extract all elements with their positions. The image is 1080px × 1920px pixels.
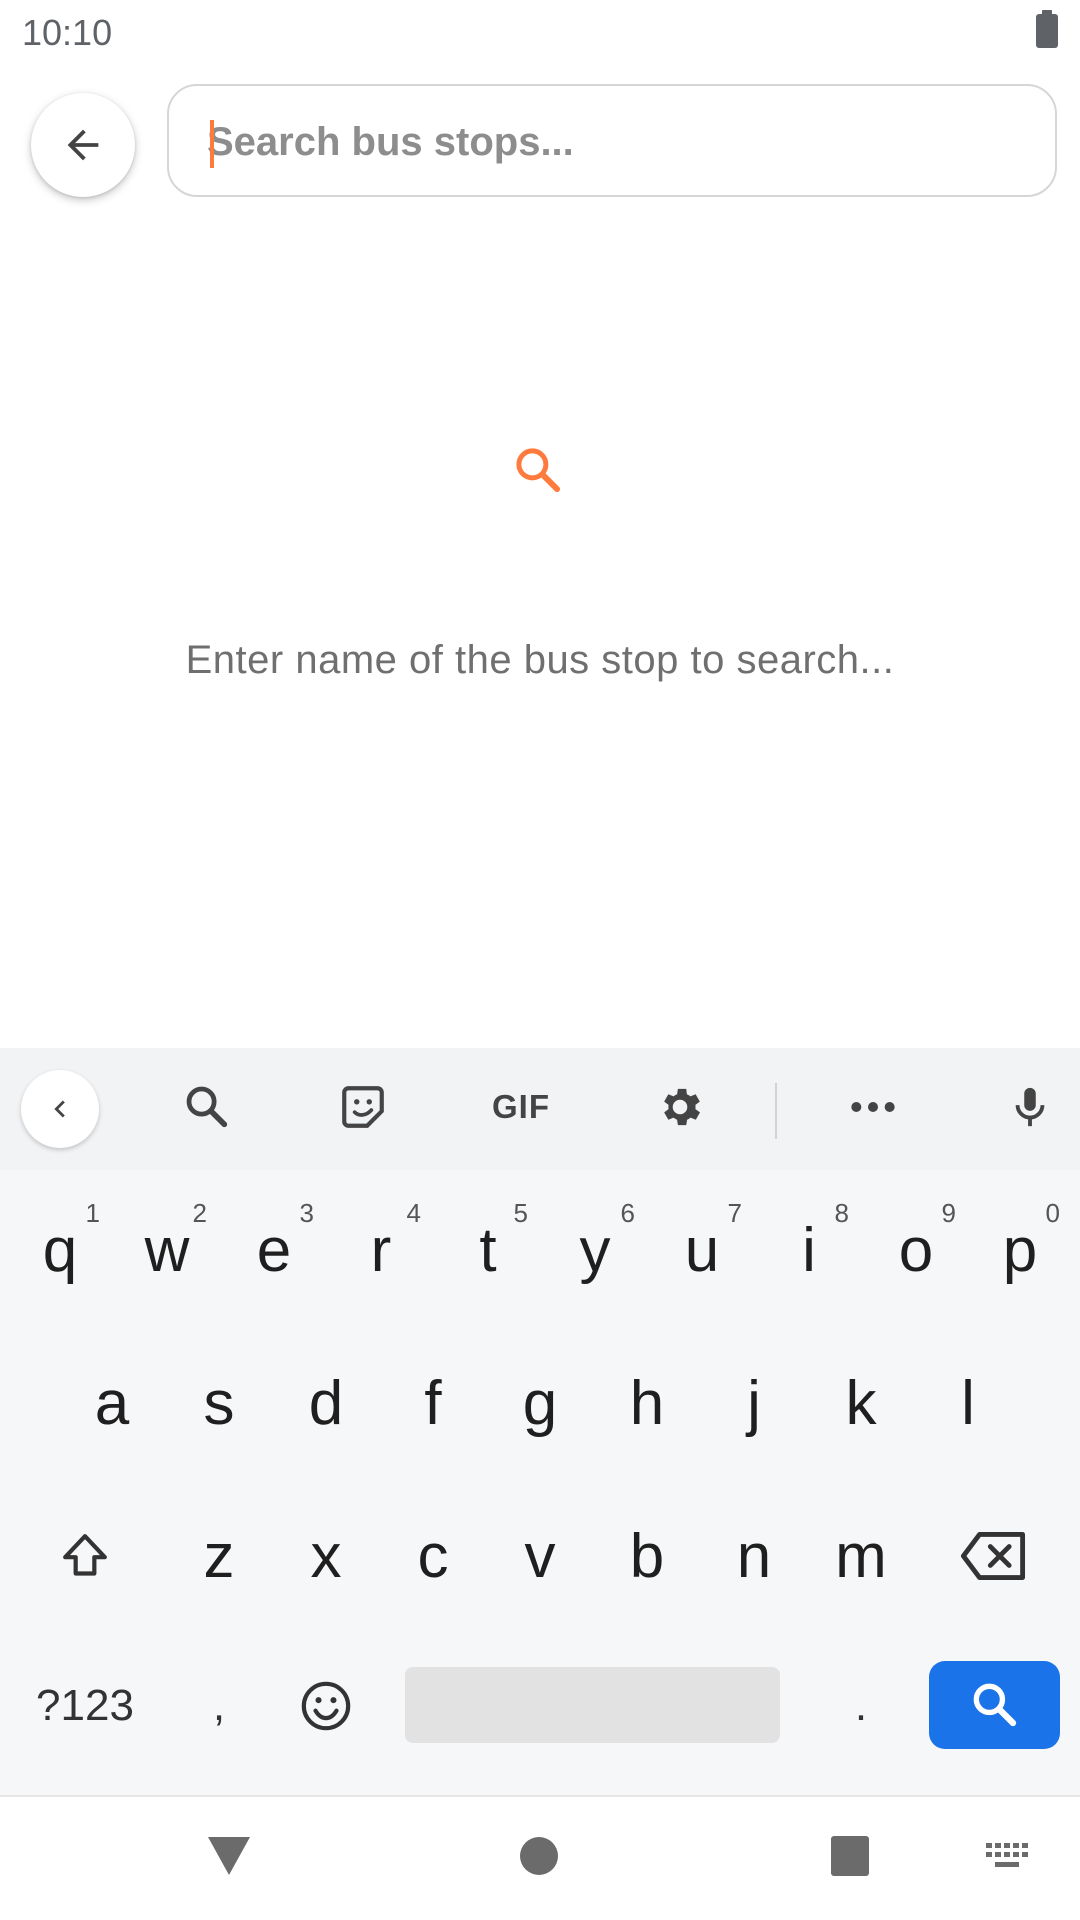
status-bar: 10:10 (0, 0, 1080, 64)
gear-icon (664, 1088, 700, 1126)
key-label: y (579, 1215, 611, 1285)
key-label: o (898, 1215, 934, 1285)
key-o[interactable]: o9 (866, 1190, 966, 1310)
key-q[interactable]: q1 (10, 1190, 110, 1310)
key-g[interactable]: g (490, 1343, 590, 1463)
key-v[interactable]: v (490, 1496, 590, 1616)
gif-label: GIF (492, 1088, 550, 1125)
key-z[interactable]: z (169, 1496, 269, 1616)
backspace-key[interactable] (943, 1496, 1043, 1616)
key-label: r (370, 1215, 392, 1285)
key-y[interactable]: y6 (545, 1190, 645, 1310)
home-icon[interactable] (518, 1835, 560, 1877)
microphone-icon (1015, 1087, 1045, 1127)
more-icon (851, 1102, 895, 1112)
key-label: w (144, 1215, 190, 1285)
shift-icon (63, 1534, 107, 1576)
back-icon[interactable] (206, 1835, 252, 1877)
key-s[interactable]: s (169, 1343, 269, 1463)
gif-button[interactable]: GIF (476, 1072, 566, 1142)
key-m[interactable]: m (811, 1496, 911, 1616)
arrow-left-icon (67, 129, 99, 161)
backspace-icon (960, 1532, 1026, 1580)
battery-icon (1036, 10, 1058, 48)
search-icon (973, 1683, 1016, 1727)
key-j[interactable]: j (704, 1343, 804, 1463)
key-l[interactable]: l (918, 1343, 1018, 1463)
key-hint: 2 (192, 1198, 207, 1228)
keyboard-toolbar: GIF (0, 1048, 1080, 1170)
key-p[interactable]: p0 (970, 1190, 1070, 1310)
chevron-left-icon (54, 1100, 65, 1118)
key-i[interactable]: i8 (759, 1190, 859, 1310)
key-hint: 0 (1045, 1198, 1060, 1228)
key-hint: 3 (299, 1198, 314, 1228)
key-label: q (42, 1215, 78, 1285)
key-h[interactable]: h (597, 1343, 697, 1463)
sticker-icon (342, 1086, 384, 1128)
key-n[interactable]: n (704, 1496, 804, 1616)
key-hint: 7 (727, 1198, 742, 1228)
comma-key[interactable]: , (169, 1646, 269, 1766)
toolbar-divider (775, 1083, 777, 1139)
key-b[interactable]: b (597, 1496, 697, 1616)
key-label: e (256, 1215, 292, 1285)
key-e[interactable]: e3 (224, 1190, 324, 1310)
key-r[interactable]: r4 (331, 1190, 431, 1310)
keyboard-settings-button[interactable] (645, 1072, 715, 1142)
key-f[interactable]: f (383, 1343, 483, 1463)
keyboard-search-button[interactable] (172, 1072, 242, 1142)
key-x[interactable]: x (276, 1496, 376, 1616)
back-button[interactable] (31, 93, 135, 197)
key-t[interactable]: t5 (438, 1190, 538, 1310)
key-label: u (684, 1215, 720, 1285)
key-d[interactable]: d (276, 1343, 376, 1463)
search-icon (516, 448, 561, 493)
search-input[interactable] (207, 104, 1027, 180)
keyboard-icon[interactable] (986, 1843, 1030, 1873)
recents-icon[interactable] (830, 1835, 870, 1877)
key-hint: 9 (941, 1198, 956, 1228)
search-box[interactable] (167, 84, 1057, 197)
key-k[interactable]: k (811, 1343, 911, 1463)
status-time: 10:10 (22, 12, 113, 53)
key-label: p (1002, 1215, 1038, 1285)
key-hint: 6 (620, 1198, 635, 1228)
key-u[interactable]: u7 (652, 1190, 752, 1310)
collapse-toolbar-button[interactable] (21, 1070, 99, 1148)
empty-state-message: Enter name of the bus stop to search... (185, 638, 895, 682)
key-label: i (802, 1215, 816, 1285)
key-a[interactable]: a (62, 1343, 162, 1463)
space-key[interactable] (405, 1667, 780, 1743)
key-w[interactable]: w2 (117, 1190, 217, 1310)
key-hint: 4 (406, 1198, 421, 1228)
emoji-icon (301, 1681, 351, 1731)
more-options-button[interactable] (838, 1072, 908, 1142)
shift-key[interactable] (35, 1496, 135, 1616)
key-hint: 1 (85, 1198, 100, 1228)
keyboard-search-action-key[interactable] (929, 1661, 1060, 1749)
search-icon (186, 1086, 228, 1128)
navigation-bar (0, 1795, 1080, 1920)
key-c[interactable]: c (383, 1496, 483, 1616)
keyboard: GIF q1 w2 e3 r4 t5 y6 u7 i8 o9 p0 a s d … (0, 1048, 1080, 1795)
key-label: t (479, 1215, 497, 1285)
emoji-key[interactable] (276, 1646, 376, 1766)
period-key[interactable]: . (811, 1646, 911, 1766)
sticker-button[interactable] (328, 1072, 398, 1142)
text-cursor (210, 120, 214, 168)
key-hint: 8 (834, 1198, 849, 1228)
voice-input-button[interactable] (1000, 1072, 1060, 1142)
key-hint: 5 (513, 1198, 528, 1228)
symbols-key[interactable]: ?123 (20, 1646, 150, 1766)
